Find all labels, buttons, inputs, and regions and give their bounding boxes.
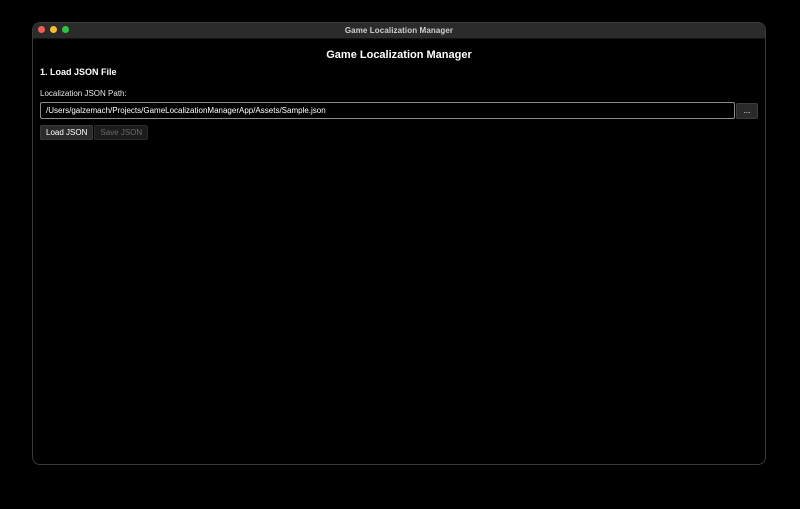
close-window-button[interactable] (38, 26, 45, 33)
browse-button[interactable]: ... (736, 102, 758, 119)
save-json-button[interactable]: Save JSON (94, 125, 149, 140)
json-path-row: ... (40, 102, 758, 119)
traffic-lights (38, 26, 69, 33)
app-window: Game Localization Manager Game Localizat… (32, 22, 766, 465)
page-title: Game Localization Manager (326, 49, 472, 61)
window-titlebar[interactable]: Game Localization Manager (33, 23, 765, 39)
load-json-button[interactable]: Load JSON (40, 125, 94, 140)
section-title-load-json: 1. Load JSON File (40, 67, 117, 77)
window-title: Game Localization Manager (344, 26, 454, 35)
main-content: Game Localization Manager 1. Load JSON F… (33, 49, 765, 140)
json-path-label: Localization JSON Path: (40, 89, 127, 98)
minimize-window-button[interactable] (50, 26, 57, 33)
json-path-input[interactable] (40, 102, 735, 119)
maximize-window-button[interactable] (62, 26, 69, 33)
action-buttons: Load JSON Save JSON (40, 125, 758, 140)
